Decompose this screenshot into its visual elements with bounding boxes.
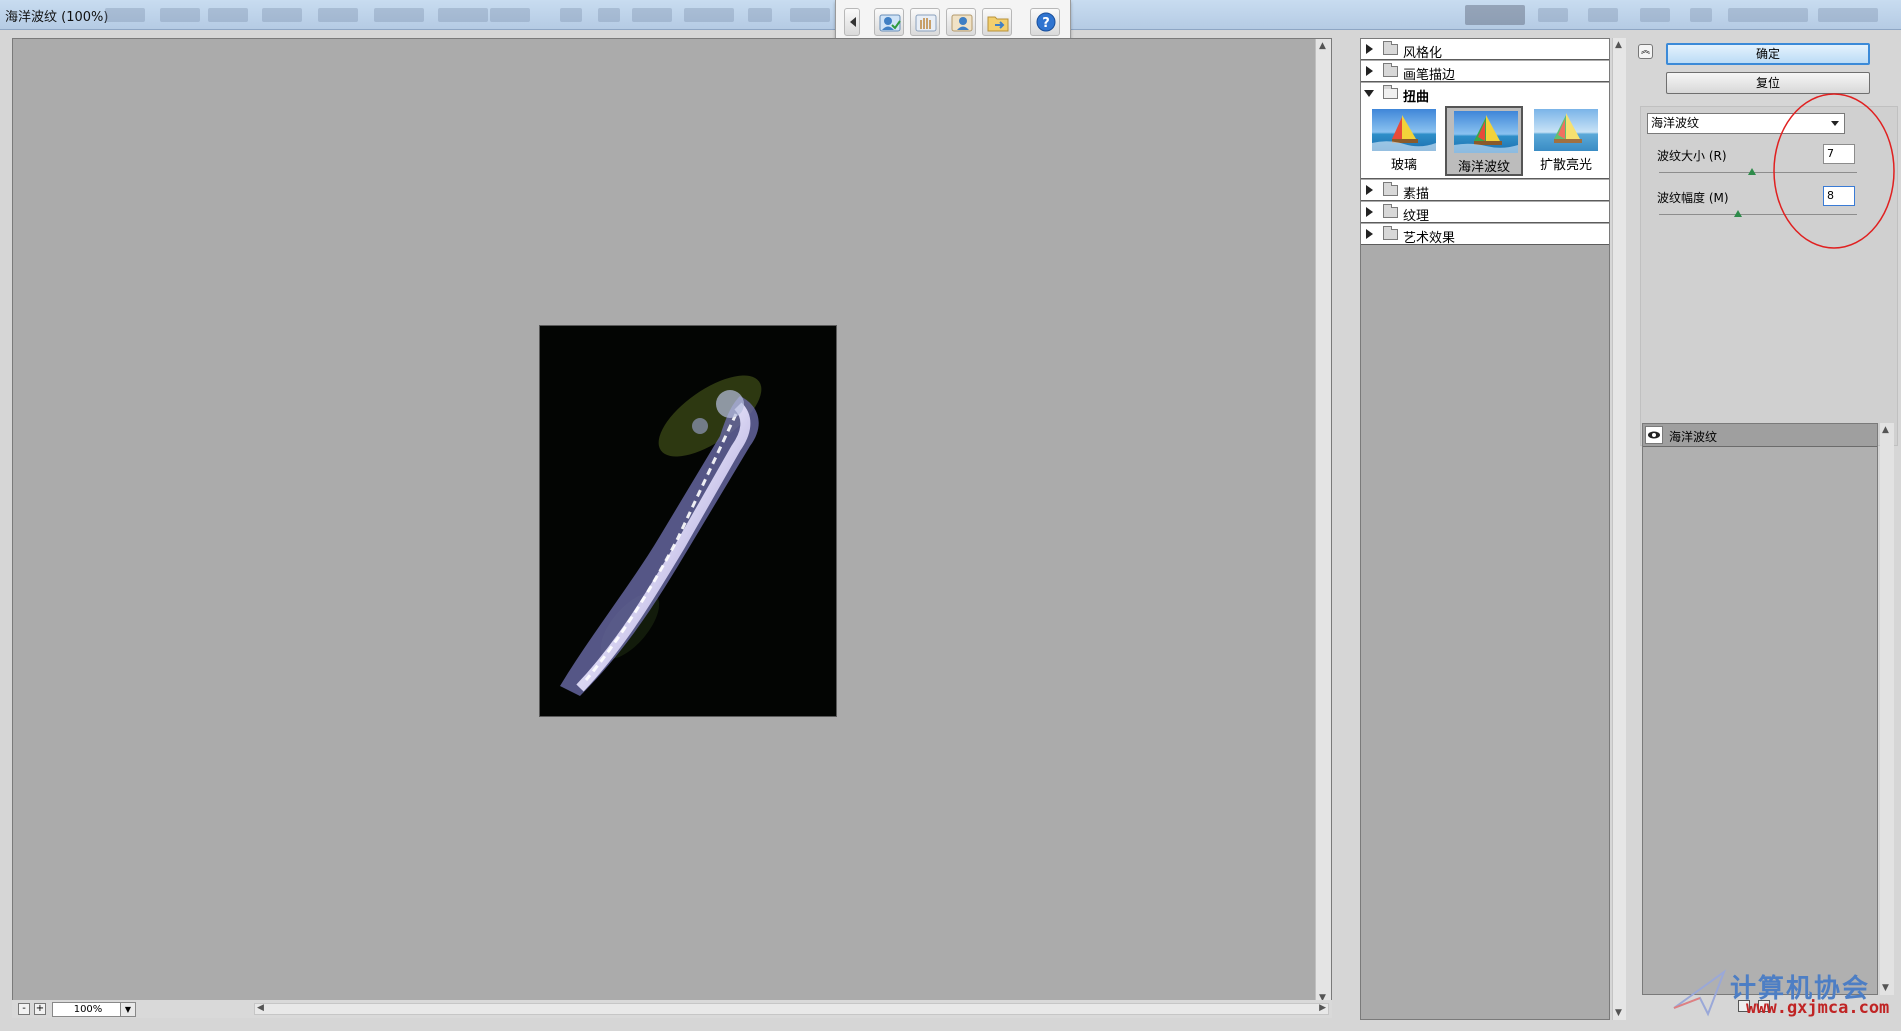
filter-select-value: 海洋波纹 [1651,116,1700,130]
scroll-left-icon[interactable]: ◀ [257,1003,264,1013]
zoom-field[interactable]: 100% [52,1002,124,1017]
help-glyph: ? [1042,16,1050,31]
menu-item[interactable] [160,8,200,22]
slider-handle[interactable] [1748,168,1756,175]
window-title: 海洋波纹 (100%) [5,10,109,25]
category-sketch[interactable]: 素描 [1361,180,1609,202]
expand-icon[interactable] [1366,44,1373,54]
filter-ocean-ripple[interactable]: 海洋波纹 [1445,106,1523,176]
category-label: 画笔描边 [1403,68,1456,83]
ok-button[interactable]: 确定 [1666,43,1870,65]
category-texture[interactable]: 纹理 [1361,202,1609,224]
watermark: 计算机协会 www.gxjmca.com [1670,968,1901,1028]
menu-item[interactable] [1690,8,1712,22]
filter-gallery: 风格化 画笔描边 扭曲 玻璃 海洋波纹 扩散亮光 素描 纹理 艺术效果 [1360,38,1610,1020]
menu-item[interactable] [438,8,488,22]
glass-thumbnail [1372,109,1436,151]
folder-arrow-icon[interactable] [982,8,1012,36]
menu-item[interactable] [1538,8,1568,22]
layers-scrollbar[interactable]: ▲ ▼ [1880,423,1894,995]
chevron-down-icon[interactable]: ▼ [120,1002,136,1017]
zoom-in-button[interactable]: + [34,1003,46,1015]
effect-layer-item[interactable]: 海洋波纹 [1643,424,1877,447]
folder-icon [1383,226,1398,240]
gallery-scrollbar[interactable]: ▲ ▼ [1612,38,1626,1020]
filter-label: 玻璃 [1390,158,1417,173]
annotation-circle [1773,93,1895,249]
arrow-left-icon[interactable] [844,8,860,36]
ocean-ripple-thumbnail [1454,111,1518,153]
menu-item[interactable] [262,8,302,22]
eye-icon[interactable] [1645,426,1663,444]
menu-item[interactable] [374,8,424,22]
menu-item[interactable] [748,8,772,22]
search-field[interactable] [1728,8,1808,22]
preview-status-bar: - + 100% ▼ ◀ ▶ [12,1000,1332,1018]
hand-icon[interactable] [910,8,940,36]
folder-icon [1383,63,1398,77]
category-label: 风格化 [1403,46,1443,61]
category-label: 艺术效果 [1403,231,1456,246]
folder-icon [1383,204,1398,218]
ripple-magnitude-label: 波纹幅度 (M) [1657,191,1729,205]
watermark-url: www.gxjmca.com [1746,998,1890,1018]
filter-settings: 海洋波纹 波纹大小 (R) 7 波纹幅度 (M) 8 [1640,93,1898,446]
preview-horizontal-scrollbar[interactable]: ◀ ▶ [254,1003,1329,1015]
category-distort[interactable]: 扭曲 [1361,83,1609,105]
scroll-up-icon[interactable]: ▲ [1615,40,1622,50]
filter-diffuse-glow[interactable]: 扩散亮光 [1527,106,1605,176]
settings-panel: ︽ 确定 复位 海洋波纹 波纹大小 (R) 7 波纹幅度 (M) 8 海洋波纹 … [1630,38,1901,1020]
folder-open-icon [1383,85,1398,99]
menu-item[interactable] [598,8,620,22]
category-stylize[interactable]: 风格化 [1361,39,1609,61]
collapse-gallery-icon[interactable]: ︽ [1638,44,1653,59]
help-icon[interactable]: ? [1030,8,1060,36]
category-artistic[interactable]: 艺术效果 [1361,224,1609,246]
user-check-icon[interactable] [874,8,904,36]
expand-icon[interactable] [1366,66,1373,76]
menu-item[interactable] [560,8,582,22]
zoom-out-button[interactable]: - [18,1003,30,1015]
effect-layers-list: 海洋波纹 [1642,423,1878,995]
ripple-size-label: 波纹大小 (R) [1657,149,1727,163]
filter-label: 扩散亮光 [1539,158,1592,173]
filter-label: 海洋波纹 [1457,160,1510,175]
scroll-up-icon[interactable]: ▲ [1319,41,1326,51]
slider-handle[interactable] [1734,210,1742,217]
menu-item[interactable] [1640,8,1670,22]
menu-item[interactable] [318,8,358,22]
preview-image [539,325,837,717]
folder-icon [1383,41,1398,55]
effect-layer-name: 海洋波纹 [1669,430,1718,444]
watermark-logo [1673,969,1727,1017]
category-label: 素描 [1403,187,1430,202]
expand-icon[interactable] [1366,229,1373,239]
menu-item[interactable] [490,8,530,22]
expand-icon[interactable] [1366,207,1373,217]
workspace-button[interactable] [1465,5,1525,25]
scroll-up-icon[interactable]: ▲ [1882,425,1889,435]
menu-item[interactable] [208,8,248,22]
diffuse-glow-thumbnail [1534,109,1598,151]
menu-item[interactable] [684,8,734,22]
menu-item[interactable] [790,8,830,22]
category-label: 纹理 [1403,209,1430,224]
category-brush-strokes[interactable]: 画笔描边 [1361,61,1609,83]
preview-vertical-scrollbar[interactable]: ▲ ▼ [1315,39,1331,1005]
preview-area[interactable]: ▲ ▼ [12,38,1332,1006]
menu-item[interactable] [1588,8,1618,22]
scroll-down-icon[interactable]: ▼ [1615,1008,1622,1018]
expand-icon[interactable] [1366,185,1373,195]
filter-glass[interactable]: 玻璃 [1365,106,1443,176]
window-controls[interactable] [1818,8,1878,22]
scroll-right-icon[interactable]: ▶ [1319,1003,1326,1013]
menu-item[interactable] [105,8,145,22]
filter-thumbnails: 玻璃 海洋波纹 扩散亮光 [1361,103,1609,179]
user-icon[interactable] [946,8,976,36]
collapse-icon[interactable] [1364,90,1374,97]
folder-icon [1383,182,1398,196]
menu-item[interactable] [632,8,672,22]
